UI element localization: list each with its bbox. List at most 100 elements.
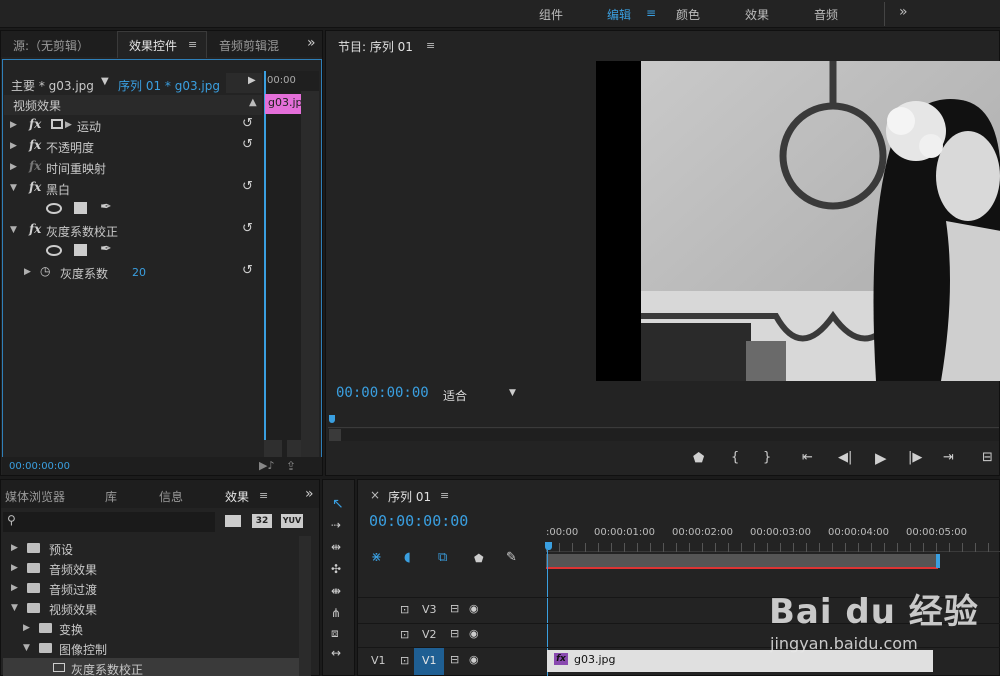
expand-triangle-open-icon[interactable]: ▼	[10, 225, 17, 235]
tree-scrollbar[interactable]	[299, 536, 311, 676]
tab-source[interactable]: 源:（无剪辑）	[13, 37, 89, 54]
eye-icon[interactable]: ◉	[469, 602, 479, 615]
razor-tool-icon[interactable]: ⋔	[331, 606, 341, 620]
tree-item-audio-transitions[interactable]: ▶ 音频过渡	[3, 578, 299, 598]
panel-more-icon[interactable]: »	[305, 486, 314, 502]
expand-triangle-icon[interactable]: ▶	[23, 623, 30, 633]
step-back-icon[interactable]: ◀|	[838, 450, 852, 465]
insert-icon[interactable]: ⊟	[982, 450, 993, 465]
nest-toggle-icon[interactable]: ⋇	[371, 550, 382, 565]
expand-triangle-icon[interactable]: ▶	[24, 267, 31, 277]
program-playhead[interactable]	[329, 415, 335, 423]
add-marker-icon[interactable]: ⬟	[474, 552, 484, 565]
slip-tool-icon[interactable]: ⧈	[331, 626, 339, 641]
snap-icon[interactable]: ◖	[404, 550, 411, 565]
expand-triangle-icon[interactable]: ▶	[11, 583, 18, 593]
expand-triangle-icon[interactable]: ▶	[10, 162, 17, 172]
selection-tool-icon[interactable]: ↖	[332, 496, 344, 512]
workspace-effects[interactable]: 效果	[745, 6, 769, 23]
rate-stretch-tool-icon[interactable]: ⇼	[331, 584, 341, 598]
mini-clip-block[interactable]: g03.jp	[265, 94, 301, 114]
pen-mask-icon[interactable]: ✒	[100, 241, 112, 257]
workspace-assembly[interactable]: 组件	[539, 6, 563, 23]
effect-row-gamma-correction[interactable]: ▼ fx 灰度系数校正 ↺	[4, 220, 262, 241]
program-monitor-title[interactable]: 节目: 序列 01	[338, 38, 413, 55]
reset-icon[interactable]: ↺	[242, 179, 253, 194]
lock-icon[interactable]: ⊡	[400, 628, 409, 641]
program-zoom-bar[interactable]	[328, 429, 999, 441]
program-menu-icon[interactable]: ≡	[426, 39, 435, 52]
fx-icon[interactable]: fx	[29, 222, 41, 236]
fx-badge-icon[interactable]: fx	[554, 653, 568, 665]
effects-search-input[interactable]: ⚲	[3, 512, 215, 532]
expand-triangle-icon[interactable]: ▶	[11, 543, 18, 553]
master-clip-label[interactable]: 主要 * g03.jpg	[11, 77, 94, 94]
sync-lock-icon[interactable]: ⊟	[450, 627, 459, 640]
tab-libraries[interactable]: 库	[105, 488, 117, 505]
close-icon[interactable]: ×	[370, 488, 380, 502]
tree-item-audio-effects[interactable]: ▶ 音频效果	[3, 558, 299, 578]
effect-row-motion[interactable]: ▶ fx ▶ 运动 ↺	[4, 115, 262, 136]
timeline-playhead-head[interactable]	[545, 542, 552, 550]
export-icon[interactable]: ⇪	[286, 459, 296, 473]
rolling-edit-tool-icon[interactable]: ✣	[331, 562, 341, 576]
rectangle-mask-icon[interactable]	[74, 244, 87, 256]
mini-playhead[interactable]	[264, 71, 266, 459]
tree-item-transform[interactable]: ▶ 变换	[3, 618, 299, 638]
effect-row-opacity[interactable]: ▶ fx 不透明度 ↺	[4, 136, 262, 157]
chevron-down-icon[interactable]: ▼	[101, 76, 109, 87]
reset-icon[interactable]: ↺	[242, 221, 253, 236]
param-value[interactable]: 20	[132, 266, 146, 279]
expand-triangle-icon[interactable]: ▶	[11, 563, 18, 573]
tree-item-gamma-correction[interactable]: 灰度系数校正	[3, 658, 299, 676]
32-bit-filter-icon[interactable]: 32	[252, 514, 272, 528]
sync-lock-icon[interactable]: ⊟	[450, 602, 459, 615]
tab-menu-icon[interactable]: ≡	[188, 38, 197, 51]
linked-selection-icon[interactable]: ⧉	[438, 550, 447, 565]
mark-in-icon[interactable]: {	[731, 450, 739, 465]
wrench-icon[interactable]: ✎	[506, 550, 517, 565]
program-time-ruler[interactable]	[328, 416, 999, 428]
audio-scrub-icon[interactable]: ▶♪	[259, 459, 274, 472]
reset-icon[interactable]: ↺	[242, 263, 253, 278]
lock-icon[interactable]: ⊡	[400, 603, 409, 616]
workspace-audio[interactable]: 音频	[814, 6, 838, 23]
ellipse-mask-icon[interactable]	[46, 245, 62, 256]
fx-icon[interactable]: fx	[29, 138, 41, 152]
track-target-v1[interactable]: V1	[414, 648, 444, 675]
workspace-more-icon[interactable]: »	[899, 4, 908, 20]
yuv-filter-icon[interactable]: YUV	[281, 514, 303, 528]
source-patch-v1[interactable]: V1	[371, 654, 386, 667]
expand-triangle-open-icon[interactable]: ▼	[23, 643, 30, 653]
param-row-gamma[interactable]: ▶ ◷ 灰度系数 20 ↺	[4, 262, 262, 283]
collapse-up-icon[interactable]: ▲	[249, 97, 257, 108]
expand-triangle-icon[interactable]: ▶	[10, 120, 17, 130]
pen-mask-icon[interactable]: ✒	[100, 199, 112, 215]
program-timecode[interactable]: 00:00:00:00	[336, 385, 429, 401]
transform-icon[interactable]	[51, 119, 63, 129]
effect-row-black-white[interactable]: ▼ fx 黑白 ↺	[4, 178, 262, 199]
sync-lock-icon[interactable]: ⊟	[450, 653, 459, 666]
workspace-color[interactable]: 颜色	[676, 6, 700, 23]
reset-icon[interactable]: ↺	[242, 116, 253, 131]
fx-icon[interactable]: fx	[29, 117, 41, 131]
stopwatch-icon[interactable]: ◷	[40, 264, 50, 278]
track-select-tool-icon[interactable]: ⇢	[331, 518, 341, 532]
play-only-clip-button[interactable]: ▶	[226, 73, 262, 93]
add-marker-icon[interactable]: ⬟	[693, 451, 704, 466]
fit-dropdown[interactable]: 适合 ▼	[439, 385, 523, 403]
work-area-bar[interactable]	[546, 554, 938, 568]
ellipse-mask-icon[interactable]	[46, 203, 62, 214]
expand-triangle-open-icon[interactable]: ▼	[10, 183, 17, 193]
reset-icon[interactable]: ↺	[242, 137, 253, 152]
workspace-editing[interactable]: 编辑	[607, 6, 631, 23]
tab-audio-clip-mixer[interactable]: 音频剪辑混	[219, 37, 279, 54]
play-icon[interactable]: ▶	[875, 449, 887, 467]
expand-triangle-open-icon[interactable]: ▼	[11, 603, 18, 613]
expand-triangle-icon[interactable]: ▶	[10, 141, 17, 151]
tree-item-video-effects[interactable]: ▼ 视频效果	[3, 598, 299, 618]
timeline-timecode[interactable]: 00:00:00:00	[369, 512, 468, 530]
tab-effect-controls[interactable]: 效果控件	[129, 37, 177, 54]
effect-row-time-remap[interactable]: ▶ fx 时间重映射	[4, 157, 262, 178]
program-video-frame[interactable]	[596, 61, 1000, 381]
